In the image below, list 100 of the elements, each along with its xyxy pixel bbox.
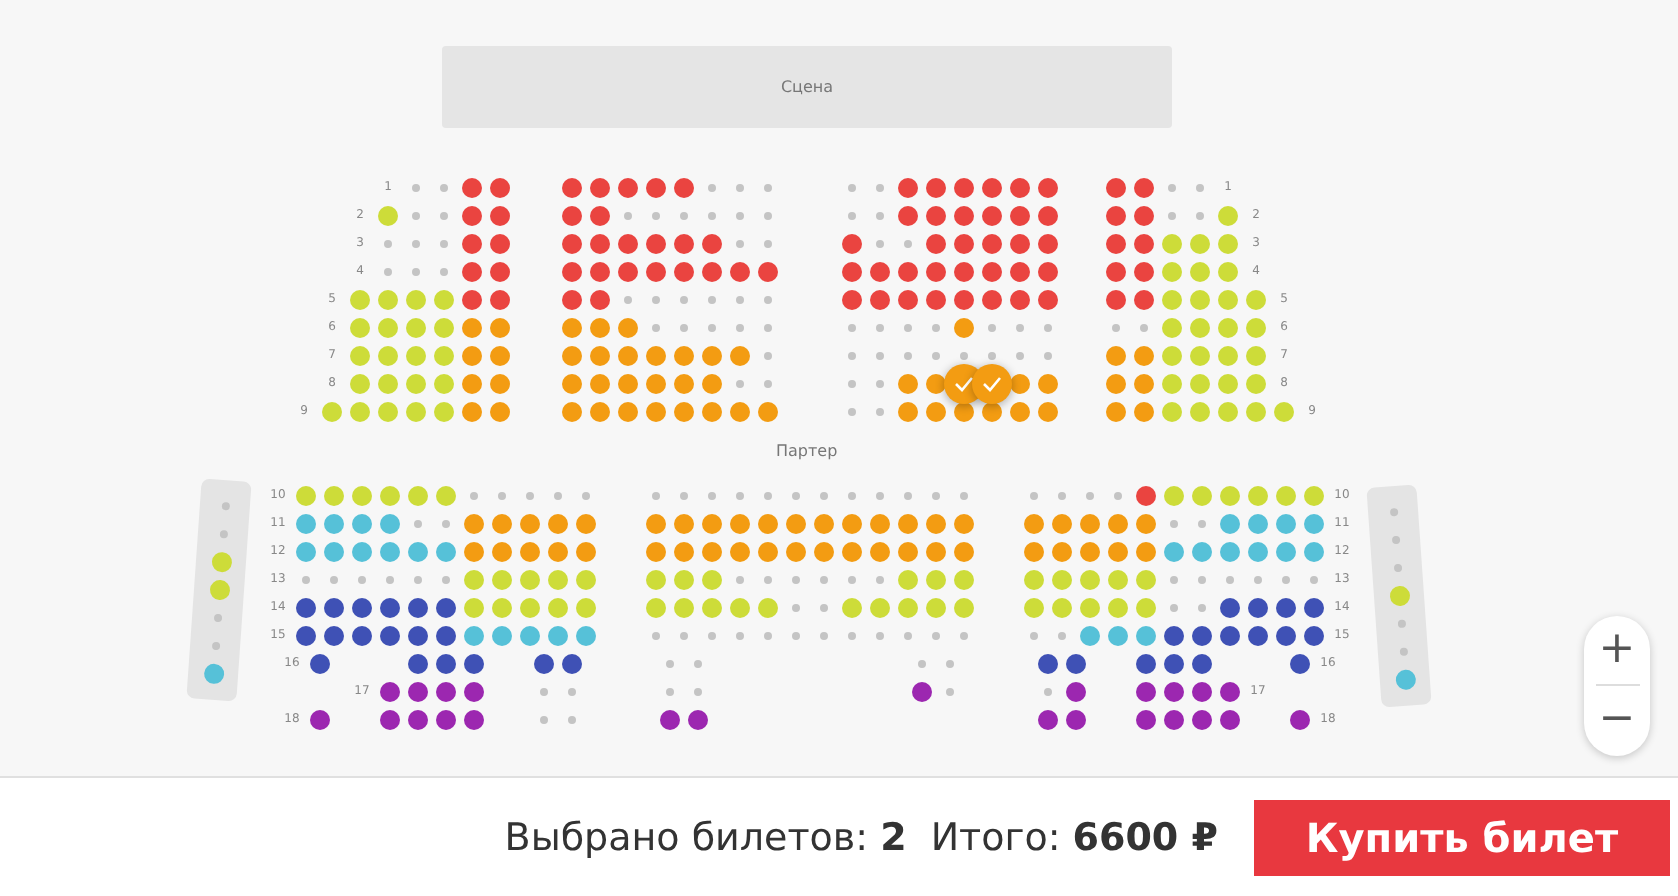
seat[interactable] — [646, 234, 666, 254]
seat[interactable] — [1192, 654, 1212, 674]
seat[interactable] — [562, 234, 582, 254]
seat[interactable] — [926, 234, 946, 254]
seat[interactable] — [646, 178, 666, 198]
seat[interactable] — [618, 234, 638, 254]
seat[interactable] — [926, 262, 946, 282]
seat[interactable] — [1220, 598, 1240, 618]
seat[interactable] — [296, 598, 316, 618]
seat[interactable] — [562, 262, 582, 282]
seat[interactable] — [618, 262, 638, 282]
seat[interactable] — [490, 262, 510, 282]
seat[interactable] — [562, 206, 582, 226]
seat[interactable] — [1038, 290, 1058, 310]
zoom-button[interactable]: − — [1584, 686, 1650, 754]
seat[interactable] — [1134, 178, 1154, 198]
seat[interactable] — [590, 262, 610, 282]
seat[interactable] — [926, 206, 946, 226]
seat[interactable] — [462, 262, 482, 282]
seat[interactable] — [1134, 206, 1154, 226]
seat[interactable] — [1038, 178, 1058, 198]
seat[interactable] — [1248, 626, 1268, 646]
seat[interactable] — [490, 178, 510, 198]
seat[interactable] — [912, 682, 932, 702]
seat[interactable] — [380, 710, 400, 730]
seat[interactable] — [1304, 626, 1324, 646]
seat[interactable] — [408, 598, 428, 618]
seat[interactable] — [296, 626, 316, 646]
seat[interactable] — [534, 654, 554, 674]
seat[interactable] — [408, 626, 428, 646]
seat[interactable] — [436, 654, 456, 674]
seat[interactable] — [870, 290, 890, 310]
seat[interactable] — [1066, 654, 1086, 674]
seat[interactable] — [982, 206, 1002, 226]
seat[interactable] — [436, 682, 456, 702]
seat[interactable] — [1136, 486, 1156, 506]
seat[interactable] — [1290, 710, 1310, 730]
seat[interactable] — [1106, 290, 1126, 310]
seat[interactable] — [926, 178, 946, 198]
seat[interactable] — [562, 290, 582, 310]
seat[interactable] — [408, 682, 428, 702]
seat[interactable] — [1066, 682, 1086, 702]
seat[interactable] — [1010, 262, 1030, 282]
seat[interactable] — [674, 262, 694, 282]
seat[interactable] — [1134, 262, 1154, 282]
seat[interactable] — [1010, 234, 1030, 254]
seat[interactable] — [1164, 654, 1184, 674]
seat[interactable] — [490, 234, 510, 254]
seat[interactable] — [462, 178, 482, 198]
seat[interactable] — [954, 262, 974, 282]
seat[interactable] — [1010, 178, 1030, 198]
seat[interactable] — [408, 710, 428, 730]
seat[interactable] — [1136, 710, 1156, 730]
seat[interactable] — [674, 234, 694, 254]
selected-seat[interactable] — [972, 364, 1012, 404]
seat[interactable] — [1038, 710, 1058, 730]
seat[interactable] — [590, 234, 610, 254]
seat[interactable] — [1134, 290, 1154, 310]
seat[interactable] — [954, 234, 974, 254]
seat[interactable] — [702, 262, 722, 282]
seat[interactable] — [758, 262, 778, 282]
seat[interactable] — [702, 234, 722, 254]
seat[interactable] — [1164, 710, 1184, 730]
seat[interactable] — [1038, 654, 1058, 674]
seat[interactable] — [1192, 682, 1212, 702]
seat[interactable] — [1106, 206, 1126, 226]
zoom-button[interactable]: + — [1584, 616, 1650, 684]
seat[interactable] — [618, 178, 638, 198]
seat[interactable] — [1276, 598, 1296, 618]
seat[interactable] — [310, 710, 330, 730]
seat[interactable] — [982, 234, 1002, 254]
seat[interactable] — [660, 710, 680, 730]
seat[interactable] — [954, 206, 974, 226]
seat[interactable] — [324, 598, 344, 618]
seat[interactable] — [954, 178, 974, 198]
seat[interactable] — [1192, 626, 1212, 646]
seat[interactable] — [352, 626, 372, 646]
seat[interactable] — [982, 402, 1002, 422]
seat[interactable] — [464, 710, 484, 730]
seat[interactable] — [898, 178, 918, 198]
seat[interactable] — [562, 654, 582, 674]
seat[interactable] — [408, 654, 428, 674]
seat[interactable] — [490, 206, 510, 226]
seat[interactable] — [842, 290, 862, 310]
seat[interactable] — [1192, 710, 1212, 730]
seat[interactable] — [898, 290, 918, 310]
seat[interactable] — [646, 262, 666, 282]
seat[interactable] — [688, 710, 708, 730]
seat[interactable] — [380, 626, 400, 646]
seat[interactable] — [1134, 234, 1154, 254]
seat[interactable] — [352, 598, 372, 618]
seat[interactable] — [870, 262, 890, 282]
seat[interactable] — [590, 178, 610, 198]
seat[interactable] — [464, 654, 484, 674]
seat[interactable] — [464, 682, 484, 702]
seat[interactable] — [1276, 626, 1296, 646]
seat[interactable] — [926, 290, 946, 310]
seat[interactable] — [1304, 598, 1324, 618]
seat[interactable] — [380, 682, 400, 702]
seat[interactable] — [310, 654, 330, 674]
